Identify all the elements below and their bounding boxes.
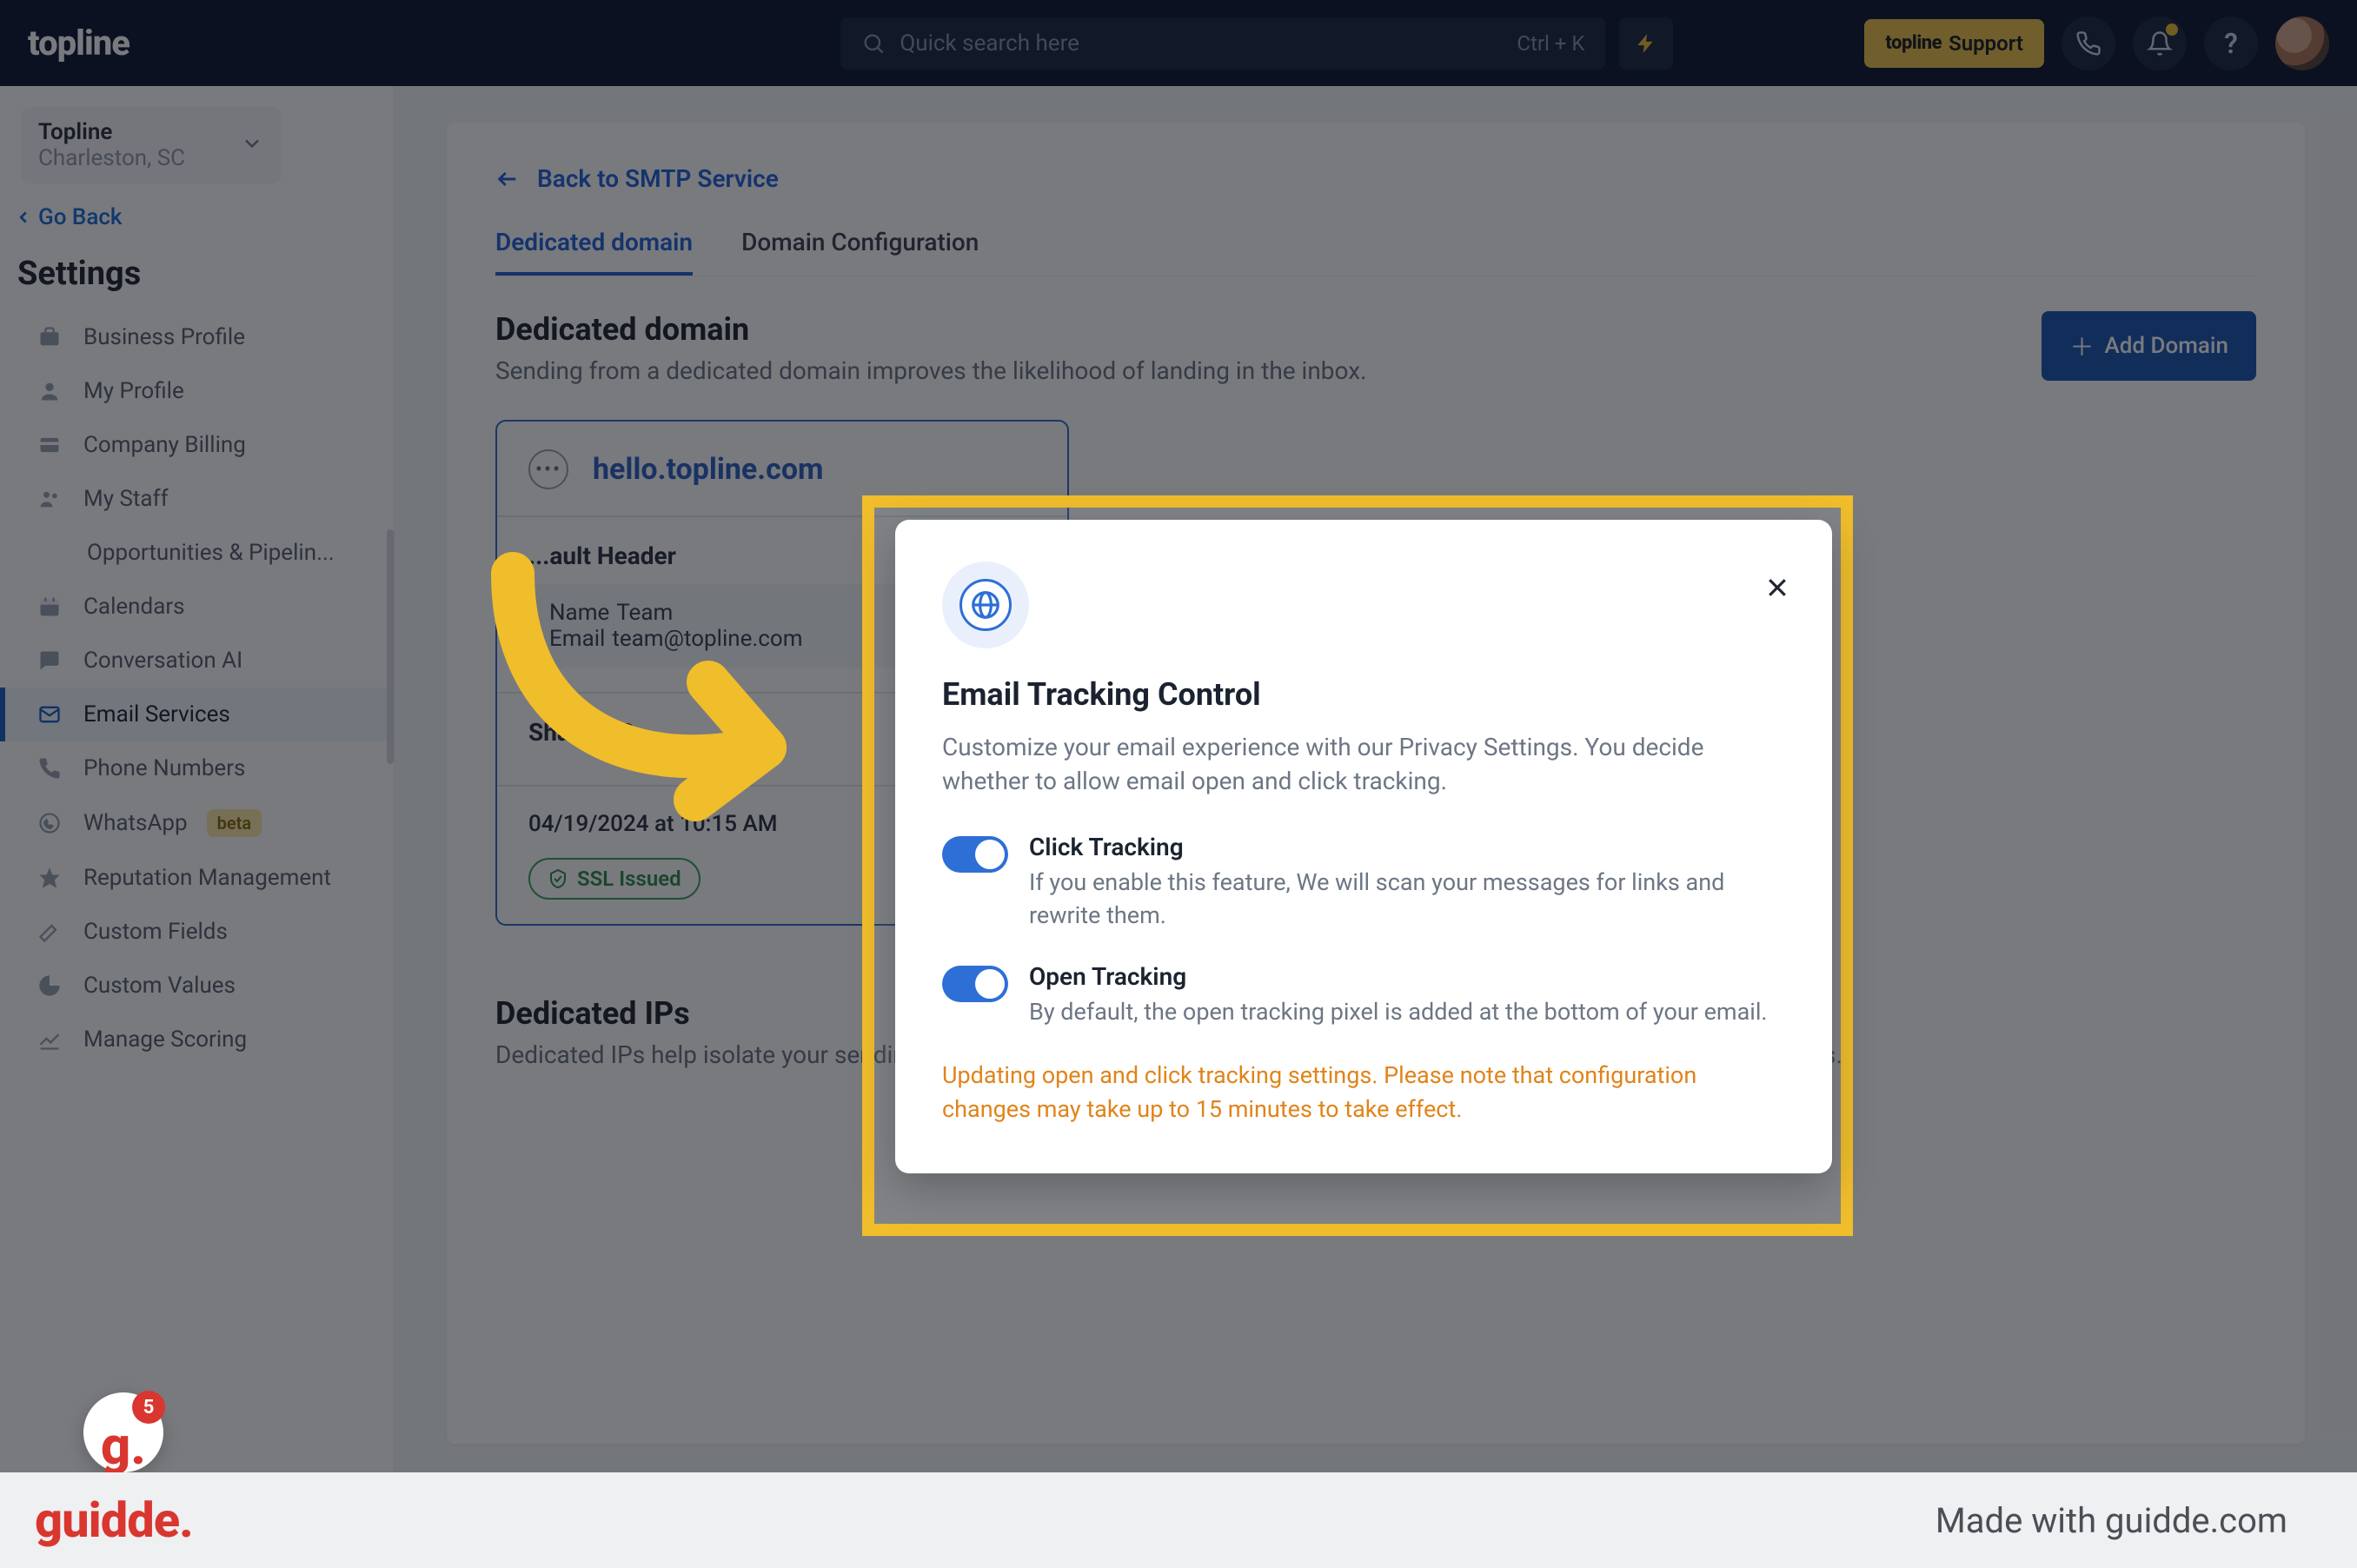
- click-tracking-title: Click Tracking: [1029, 833, 1785, 861]
- guidde-logo[interactable]: guidde.: [35, 1492, 193, 1549]
- guidde-made-with: Made with guidde.com: [1935, 1500, 2287, 1541]
- click-tracking-toggle[interactable]: [942, 836, 1008, 873]
- close-icon: [1764, 575, 1790, 601]
- globe-icon: [969, 588, 1002, 621]
- click-tracking-desc: If you enable this feature, We will scan…: [1029, 867, 1785, 933]
- modal-title: Email Tracking Control: [942, 676, 1785, 713]
- open-tracking-desc: By default, the open tracking pixel is a…: [1029, 996, 1768, 1029]
- modal-warning: Updating open and click tracking setting…: [942, 1059, 1785, 1126]
- modal-icon-wrap: [942, 561, 1029, 648]
- guidde-footer: guidde. Made with guidde.com: [0, 1472, 2357, 1568]
- open-tracking-option: Open Tracking By default, the open track…: [942, 962, 1785, 1029]
- modal-subtitle: Customize your email experience with our…: [942, 730, 1785, 798]
- open-tracking-title: Open Tracking: [1029, 962, 1768, 991]
- email-tracking-modal: Email Tracking Control Customize your em…: [895, 520, 1832, 1173]
- close-button[interactable]: [1764, 572, 1790, 608]
- open-tracking-toggle[interactable]: [942, 966, 1008, 1002]
- guidde-g-icon: g.: [101, 1420, 146, 1472]
- guidde-badge-count: 5: [132, 1391, 165, 1424]
- click-tracking-option: Click Tracking If you enable this featur…: [942, 833, 1785, 933]
- guidde-badge[interactable]: g. 5: [83, 1392, 163, 1472]
